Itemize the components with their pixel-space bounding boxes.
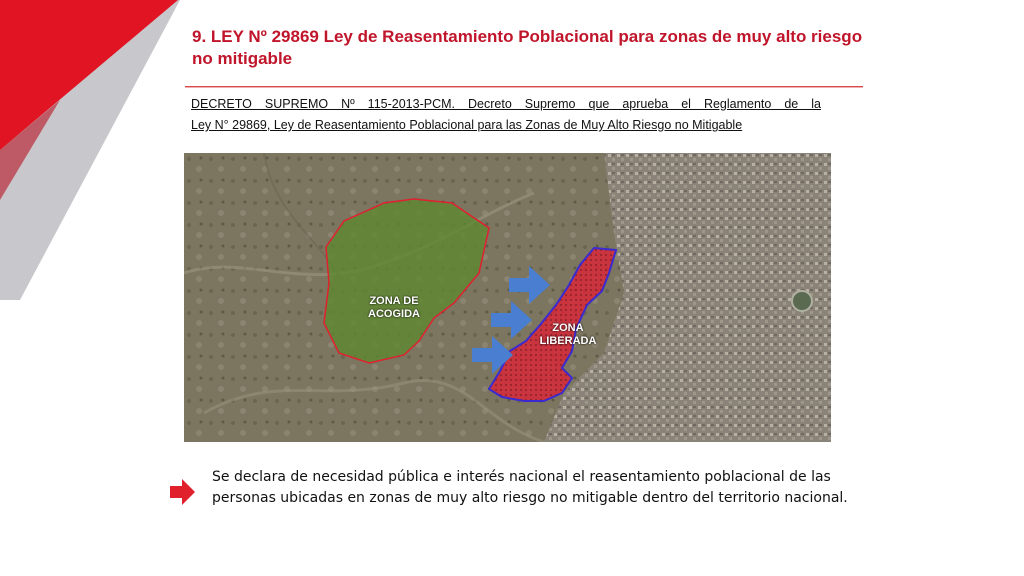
slide-decoration xyxy=(0,0,180,300)
satellite-map xyxy=(184,153,831,442)
stadium xyxy=(791,290,813,312)
zona-liberada-label: ZONA LIBERADA xyxy=(539,322,597,347)
declaration-text: Se declara de necesidad pública e interé… xyxy=(212,469,848,506)
arrow-right-icon xyxy=(170,479,195,505)
decree-line-1: DECRETO SUPREMO Nº 115-2013-PCM. Decreto… xyxy=(191,97,821,111)
decree-reference: DECRETO SUPREMO Nº 115-2013-PCM. Decreto… xyxy=(191,94,821,136)
slide-title: 9. LEY Nº 29869 Ley de Reasentamiento Po… xyxy=(192,27,863,68)
zona-acogida-label: ZONA DE ACOGIDA xyxy=(368,295,420,320)
decree-line-2: Ley N° 29869, Ley de Reasentamiento Pobl… xyxy=(191,118,743,132)
title-divider xyxy=(185,86,863,88)
